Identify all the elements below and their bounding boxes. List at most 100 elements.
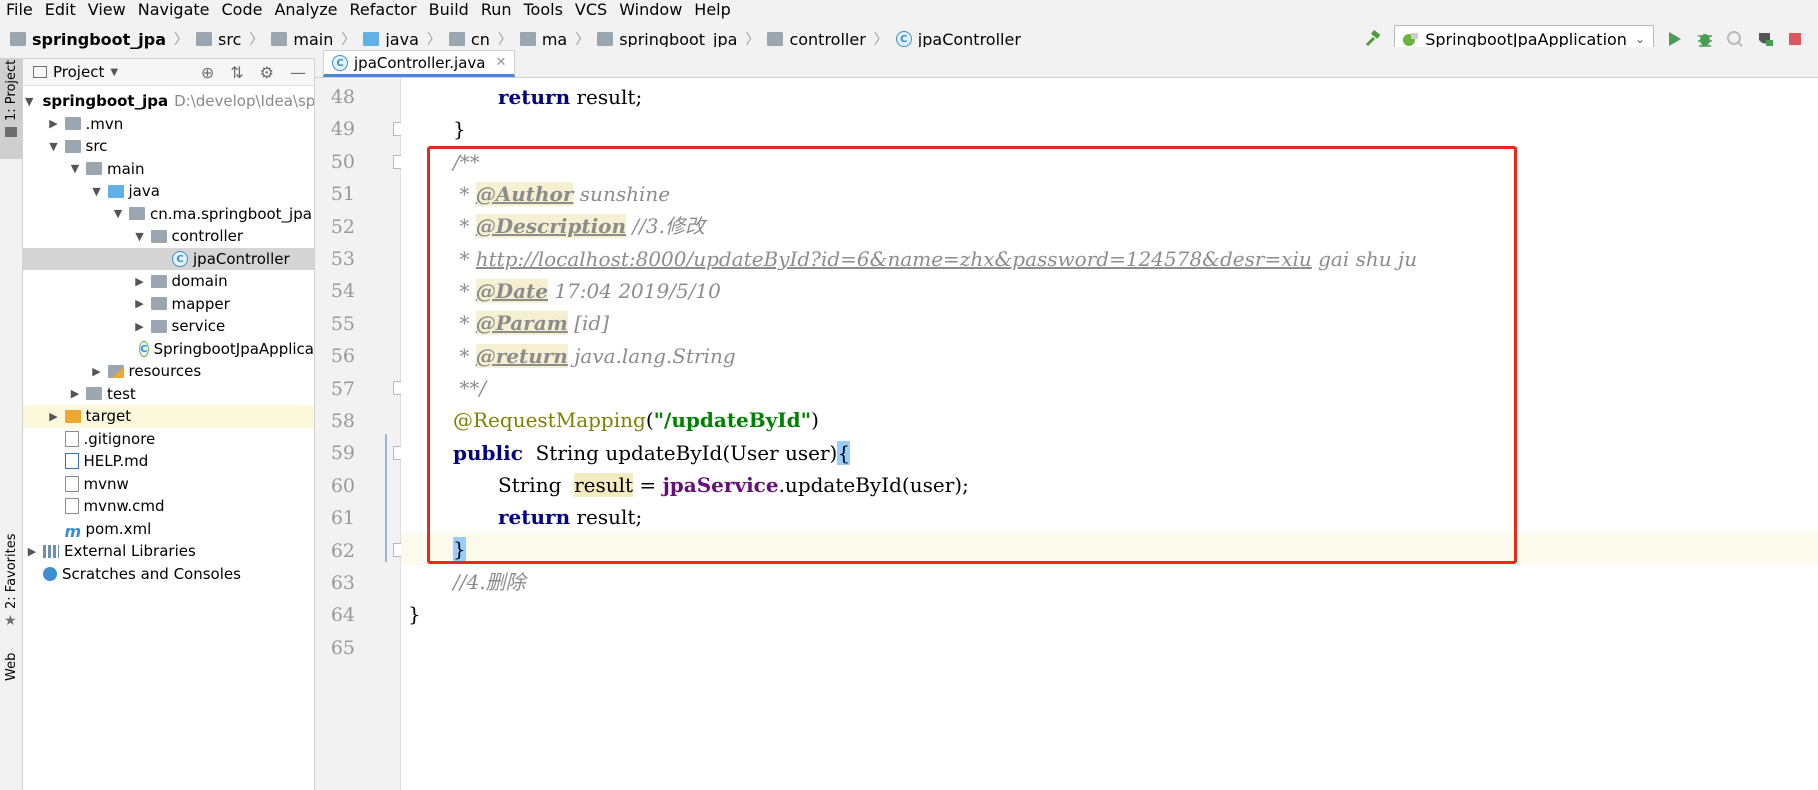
menu-item-help[interactable]: Help: [688, 0, 736, 20]
line-number: 53: [330, 248, 355, 270]
tree-item[interactable]: ▼ cn.ma.springboot_jpa: [23, 203, 314, 226]
module-folder-icon: [10, 32, 26, 46]
breadcrumb-separator: 〉: [497, 32, 512, 48]
menu-item-analyze[interactable]: Analyze: [268, 0, 343, 20]
menu-item-navigate[interactable]: Navigate: [132, 0, 216, 20]
tree-item-label: HELP.md: [83, 452, 149, 471]
breadcrumb-item[interactable]: ma: [519, 30, 567, 49]
tree-item[interactable]: ▶ test: [23, 383, 314, 406]
tree-item-label: src: [85, 137, 108, 156]
tree-item[interactable]: HELP.md: [23, 450, 314, 473]
breadcrumb-item[interactable]: CjpaController: [895, 30, 1021, 49]
code-line: * @Date 17:04 2019/5/10: [453, 279, 721, 303]
menu-item-run[interactable]: Run: [475, 0, 518, 20]
chevron-right-icon[interactable]: ▶: [68, 387, 82, 400]
line-number: 49: [330, 118, 355, 141]
code-editor[interactable]: return result; } /** * @Author sunshine …: [401, 78, 1818, 790]
tree-item[interactable]: ▼ main: [23, 158, 314, 181]
breadcrumb-label: src: [218, 29, 242, 49]
chevron-right-icon[interactable]: ▶: [133, 320, 147, 333]
vcs-change-marker: [385, 434, 387, 562]
profile-icon[interactable]: [1756, 30, 1774, 48]
tree-item[interactable]: ▼ java: [23, 180, 314, 203]
tree-item[interactable]: ▶ target: [23, 405, 314, 428]
menu-bar: File Edit View Navigate Code Analyze Refactor B…: [0, 0, 1818, 20]
tree-item[interactable]: mvnw: [23, 473, 314, 496]
breadcrumb-item[interactable]: src: [196, 30, 241, 49]
line-number: 51: [330, 183, 355, 206]
tree-item[interactable]: ▶ mapper: [23, 293, 314, 316]
web-tool-tab[interactable]: Web: [0, 649, 22, 689]
chevron-right-icon[interactable]: ▶: [133, 297, 147, 310]
menu-item-code[interactable]: Code: [216, 0, 269, 20]
menu-item-refactor[interactable]: Refactor: [344, 0, 423, 20]
tree-item[interactable]: ▶ External Libraries: [23, 540, 314, 563]
editor-gutter: 48 49 50 51 52 53 54 55 56 57 58 59 60 61 62 63 64 65: [315, 78, 401, 790]
stop-icon[interactable]: [1786, 30, 1804, 48]
chevron-right-icon[interactable]: ▶: [47, 117, 61, 130]
markdown-file-icon: [64, 453, 79, 470]
chevron-down-icon[interactable]: ▼: [90, 185, 104, 198]
breadcrumb-label: java: [385, 29, 419, 49]
folder-icon: [519, 32, 536, 46]
run-icon[interactable]: [1666, 30, 1684, 48]
tree-item-label: SpringbootJpaApplica: [153, 339, 314, 358]
breadcrumb-item[interactable]: main: [271, 30, 333, 49]
menu-item-vcs[interactable]: VCS: [569, 0, 613, 20]
tree-item-label: test: [107, 384, 136, 403]
tree-item[interactable]: C SpringbootJpaApplica: [23, 338, 314, 361]
chevron-down-icon[interactable]: ▼: [68, 162, 82, 175]
line-number: 57: [330, 377, 355, 400]
tree-item[interactable]: ▶ resources: [23, 360, 314, 383]
chevron-right-icon[interactable]: ▶: [133, 275, 147, 288]
url-link[interactable]: http://localhost:8000/updateById?id=6&na…: [476, 247, 1312, 271]
breadcrumb-item[interactable]: controller: [767, 30, 866, 49]
menu-item-edit[interactable]: Edit: [39, 0, 82, 20]
tab-jpacontroller[interactable]: C jpaController.java ✕: [323, 50, 516, 77]
chevron-down-icon[interactable]: ▼: [111, 207, 125, 220]
tree-item[interactable]: mvnw.cmd: [23, 495, 314, 518]
folder-icon: [64, 117, 81, 131]
tree-item[interactable]: m pom.xml: [23, 518, 314, 542]
menu-item-window[interactable]: Window: [613, 0, 688, 20]
chevron-right-icon[interactable]: ▶: [90, 365, 104, 378]
breadcrumb-item[interactable]: cn: [448, 30, 490, 49]
menu-item-view[interactable]: View: [82, 0, 132, 20]
tree-item[interactable]: ▶ .mvn: [23, 113, 314, 136]
tree-item-label: java: [128, 182, 160, 201]
favorites-tool-tab[interactable]: 2: Favorites ★: [0, 533, 22, 634]
tree-item[interactable]: Scratches and Consoles: [23, 563, 314, 586]
chevron-down-icon[interactable]: ▼: [25, 95, 33, 108]
gear-icon[interactable]: ⚙: [260, 63, 274, 82]
chevron-down-icon[interactable]: ▼: [47, 140, 61, 153]
folder-icon: [150, 319, 167, 333]
chevron-right-icon[interactable]: ▶: [25, 545, 39, 558]
minimize-icon[interactable]: —: [290, 63, 306, 82]
locate-icon[interactable]: ⊕: [201, 63, 214, 82]
collapse-all-icon[interactable]: ⇅: [230, 63, 243, 82]
tree-item[interactable]: ▶ service: [23, 315, 314, 338]
tree-root[interactable]: ▼ springboot_jpa D:\develop\Idea\spring: [23, 90, 314, 113]
breadcrumb-item[interactable]: java: [363, 30, 419, 49]
chevron-down-icon[interactable]: ▼: [133, 230, 147, 243]
debug-icon[interactable]: [1696, 30, 1714, 48]
menu-item-tools[interactable]: Tools: [518, 0, 569, 20]
coverage-icon[interactable]: [1726, 30, 1744, 48]
project-tool-tab[interactable]: 1: Project: [0, 59, 22, 159]
breadcrumb-item[interactable]: springboot_jpa: [10, 30, 166, 49]
project-view-selector[interactable]: Project ▼: [33, 63, 118, 81]
build-hammer-icon[interactable]: [1364, 30, 1382, 48]
chevron-right-icon[interactable]: ▶: [47, 410, 61, 423]
line-number: 55: [330, 312, 355, 335]
close-icon[interactable]: ✕: [495, 55, 506, 70]
menu-item-build[interactable]: Build: [423, 0, 475, 20]
tree-item[interactable]: ▶ domain: [23, 270, 314, 293]
tree-item[interactable]: .gitignore: [23, 428, 314, 451]
tree-item[interactable]: CjpaController: [23, 247, 314, 270]
tree-item[interactable]: ▼ src: [23, 135, 314, 158]
breadcrumb-item[interactable]: springboot_jpa: [597, 30, 737, 49]
tree-item-label: mvnw.cmd: [83, 497, 165, 516]
tree-item[interactable]: ▼ controller: [23, 225, 314, 248]
menu-item-file[interactable]: File: [0, 0, 39, 20]
code-line: * @Author sunshine: [453, 182, 671, 206]
